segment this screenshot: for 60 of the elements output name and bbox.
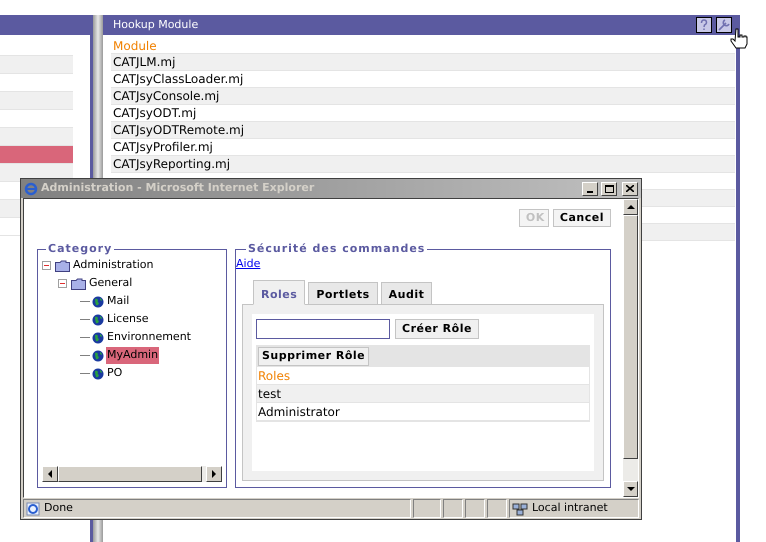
status-pane xyxy=(443,499,463,518)
collapse-icon[interactable] xyxy=(58,279,67,288)
close-icon[interactable] xyxy=(626,185,634,192)
wrench-icon[interactable] xyxy=(716,17,732,33)
minimize-button[interactable] xyxy=(582,182,598,196)
role-name-field[interactable] xyxy=(256,319,390,339)
globe-icon xyxy=(92,350,104,362)
tree-item[interactable]: PO xyxy=(106,365,124,382)
module-row[interactable]: CATJLM.mj xyxy=(111,54,735,71)
status-text: Done xyxy=(44,500,73,516)
globe-icon xyxy=(92,314,104,326)
network-icon xyxy=(512,502,528,516)
scroll-up-button[interactable] xyxy=(623,199,638,215)
zone-text: Local intranet xyxy=(532,500,608,516)
tab[interactable]: Audit xyxy=(380,282,432,305)
status-pane xyxy=(413,499,441,518)
folder-icon xyxy=(55,260,70,272)
panel-title: Hookup Module xyxy=(113,16,198,33)
module-row[interactable]: CATJsyReporting.mj xyxy=(111,156,735,173)
page-icon xyxy=(26,502,40,516)
horizontal-scrollbar[interactable] xyxy=(42,466,222,482)
window-title: Administration - Microsoft Internet Explorer xyxy=(41,180,314,196)
tree-item[interactable]: Environnement xyxy=(106,329,192,346)
status-pane xyxy=(465,499,485,518)
help-link[interactable]: Aide xyxy=(236,256,260,272)
section-legend: Category xyxy=(46,241,114,258)
scroll-left-button[interactable] xyxy=(42,466,58,482)
globe-icon xyxy=(92,296,104,308)
scroll-down-button[interactable] xyxy=(623,481,638,497)
help-icon[interactable] xyxy=(696,17,712,33)
section-legend: Sécurité des commandes xyxy=(246,241,428,258)
module-row[interactable]: CATJsyODTRemote.mj xyxy=(111,122,735,139)
maximize-button[interactable] xyxy=(601,182,617,196)
dialog-button[interactable]: Cancel xyxy=(552,209,611,227)
scroll-thumb[interactable] xyxy=(58,466,202,482)
module-row[interactable]: CATJsyClassLoader.mj xyxy=(111,71,735,88)
tree-item[interactable]: General xyxy=(88,275,134,292)
role-row[interactable]: test xyxy=(257,385,589,403)
tree-item[interactable]: Mail xyxy=(106,293,130,310)
tree-item[interactable]: License xyxy=(106,311,150,328)
module-row[interactable]: CATJsyConsole.mj xyxy=(111,88,735,105)
tree-item[interactable]: MyAdmin xyxy=(106,347,160,364)
scroll-thumb[interactable] xyxy=(623,215,638,459)
close-button[interactable] xyxy=(622,182,638,196)
module-row[interactable]: CATJsyProfiler.mj xyxy=(111,139,735,156)
hand-cursor-icon xyxy=(730,28,750,50)
tree-item[interactable]: Administration xyxy=(72,257,154,274)
globe-icon xyxy=(92,332,104,344)
folder-icon xyxy=(71,278,86,290)
globe-icon xyxy=(92,368,104,380)
collapse-icon[interactable] xyxy=(42,261,51,270)
scroll-right-button[interactable] xyxy=(206,466,222,482)
vertical-scrollbar[interactable] xyxy=(623,199,638,497)
status-pane xyxy=(487,499,507,518)
module-row[interactable]: CATJsyODT.mj xyxy=(111,105,735,122)
browser-icon xyxy=(24,182,38,196)
create-role-button[interactable]: Créer Rôle xyxy=(395,319,479,339)
tab[interactable]: Roles xyxy=(253,280,306,305)
tab[interactable]: Portlets xyxy=(308,282,378,305)
delete-role-button[interactable]: Supprimer Rôle xyxy=(258,347,370,366)
